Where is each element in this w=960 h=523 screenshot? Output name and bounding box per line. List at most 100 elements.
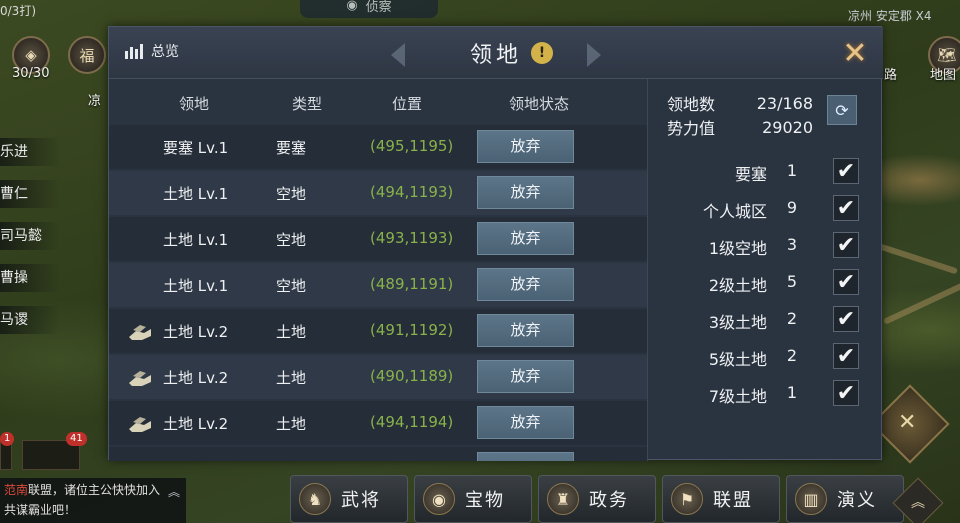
nav-affairs-button[interactable]: ♜ 政务 [538,475,656,523]
stamina-count: 30/30 [12,66,50,81]
power-label: 势力值 [667,119,716,138]
territory-count-label: 领地数 [667,95,716,114]
column-header-territory: 领地 [179,95,210,113]
checkmark-icon: ✔ [836,158,856,184]
filter-checkbox[interactable]: ✔ [833,195,859,221]
filter-checkbox[interactable]: ✔ [833,343,859,369]
filter-label: 3级土地 [708,313,767,332]
territory-row[interactable]: 土地 Lv.2 土地 (494,1194) 放弃 [109,401,647,445]
general-name[interactable]: 司马懿 [0,222,60,250]
title-deco-left [391,43,405,67]
nav-label: 政务 [589,490,629,511]
territory-row-partial[interactable] [109,447,647,461]
checkmark-icon: ✔ [836,380,856,406]
info-icon[interactable]: ! [531,42,553,64]
abandon-button[interactable]: 放弃 [477,222,574,255]
territory-position-link[interactable]: (495,1195) [370,137,453,155]
territory-row[interactable]: 土地 Lv.1 空地 (489,1191) 放弃 [109,263,647,307]
territory-row[interactable]: 土地 Lv.1 空地 (493,1193) 放弃 [109,217,647,261]
territory-stats: 领地数 23/168 势力值 29020 [667,91,813,139]
scout-button[interactable]: ◉ 侦察 [300,0,438,18]
panel-divider [647,79,648,461]
filter-count: 1 [786,161,798,180]
territory-type: 要塞 [276,139,307,157]
checkmark-icon: ✔ [836,306,856,332]
filter-count: 2 [786,309,798,328]
bar-chart-icon [125,44,143,59]
territory-position-link[interactable]: (489,1191) [370,275,453,293]
territory-type: 土地 [276,323,307,341]
filter-label: 要塞 [734,165,767,184]
double-chevron-up-icon: ︽ [911,495,925,511]
chat-expand-icon[interactable]: ︽ [168,482,180,502]
filter-row: 5级土地 2 ✔ [655,338,875,375]
territory-type: 空地 [276,231,307,249]
overview-tab[interactable]: 总览 [123,41,179,61]
dialog-header: 总览 领地 ! ✕ [109,27,883,79]
general-name[interactable]: 马谡 [0,306,60,334]
territory-type: 土地 [276,369,307,387]
filter-label: 2级土地 [708,276,767,295]
territory-name: 要塞 Lv.1 [163,139,229,157]
route-label: 路 [884,68,898,83]
nav-treasure-button[interactable]: ◉ 宝物 [414,475,532,523]
checkmark-icon: ✔ [836,269,856,295]
territory-position-link[interactable]: (493,1193) [370,229,453,247]
filter-checkbox[interactable]: ✔ [833,232,859,258]
abandon-button[interactable]: 放弃 [477,176,574,209]
territory-count-value: 23/168 [756,93,813,113]
filter-checkbox[interactable]: ✔ [833,269,859,295]
territory-name: 土地 Lv.1 [163,277,229,295]
territory-table[interactable]: 要塞 Lv.1 要塞 (495,1195) 放弃 土地 Lv.1 空地 (494,1193)… [109,125,647,461]
territory-row[interactable]: 土地 Lv.2 土地 (491,1192) 放弃 [109,309,647,353]
scout-label: 侦察 [365,0,392,15]
nav-label: 宝物 [465,490,505,511]
abandon-button[interactable]: 放弃 [477,406,574,439]
abandon-button[interactable]: 放弃 [477,360,574,393]
general-name[interactable]: 乐进 [0,138,60,166]
territory-row[interactable]: 要塞 Lv.1 要塞 (495,1195) 放弃 [109,125,647,169]
territory-name: 土地 Lv.2 [163,369,229,387]
crossed-swords-icon: ✕ [898,410,917,435]
territory-row[interactable]: 土地 Lv.1 空地 (494,1193) 放弃 [109,171,647,215]
abandon-button[interactable]: 放弃 [477,130,574,163]
filter-label: 5级土地 [708,350,767,369]
territory-row[interactable]: 土地 Lv.2 土地 (490,1189) 放弃 [109,355,647,399]
filter-checkbox[interactable]: ✔ [833,306,859,332]
column-header-position: 位置 [392,95,423,113]
filter-checkbox[interactable]: ✔ [833,158,859,184]
territory-position-link[interactable]: (490,1189) [370,367,453,385]
territory-position-link[interactable]: (494,1193) [370,183,453,201]
territory-position-link[interactable]: (494,1194) [370,413,453,431]
abandon-button[interactable]: 放弃 [477,268,574,301]
fortune-label: 凉 [88,94,102,109]
abandon-button[interactable] [477,452,574,461]
general-name[interactable]: 曹操 [0,264,60,292]
territory-type: 土地 [276,415,307,433]
filter-checkbox[interactable]: ✔ [833,380,859,406]
territory-name: 土地 Lv.1 [163,231,229,249]
territory-name: 土地 Lv.2 [163,323,229,341]
filter-count: 1 [786,383,798,402]
territory-name: 土地 Lv.1 [163,185,229,203]
general-list: 乐进 曹仁 司马懿 曹操 马谡 [0,138,60,348]
abandon-button[interactable]: 放弃 [477,314,574,347]
checkmark-icon: ✔ [836,232,856,258]
refresh-button[interactable]: ⟳ [827,95,857,125]
general-name[interactable]: 曹仁 [0,180,60,208]
nav-generals-button[interactable]: ♞ 武将 [290,475,408,523]
refresh-icon: ⟳ [835,100,849,120]
notification-badge: 41 [66,432,87,446]
chat-preview[interactable]: 范南联盟，诸位主公快快加入 共谋霸业吧！ ︽ [0,478,186,523]
nav-alliance-button[interactable]: ⚑ 联盟 [662,475,780,523]
overview-label: 总览 [151,44,179,60]
fortune-icon[interactable]: 福 [68,36,106,74]
top-left-status: 0/3打) [0,4,36,18]
close-button[interactable]: ✕ [837,35,873,71]
nav-story-button[interactable]: ▥ 演义 [786,475,904,523]
filter-row: 7级土地 1 ✔ [655,375,875,412]
location-readout: 凉州 安定郡 X4 [848,9,932,23]
territory-position-link[interactable]: (491,1192) [370,321,453,339]
power-value: 29020 [762,117,813,137]
territory-type: 空地 [276,277,307,295]
